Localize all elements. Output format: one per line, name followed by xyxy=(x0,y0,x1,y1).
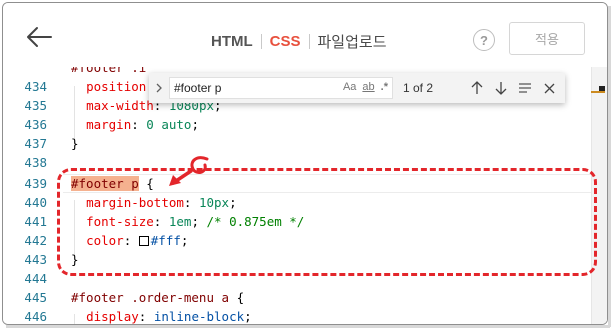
code-selector: #footer .i xyxy=(71,67,147,75)
editor-window: HTML CSS 파일업로드 ? 적용 #footer .i 434 435 4… xyxy=(2,2,608,325)
line-number: 438 xyxy=(24,155,47,170)
back-arrow-icon[interactable] xyxy=(25,25,53,49)
window-shadow xyxy=(608,6,611,327)
help-button[interactable]: ? xyxy=(473,29,495,51)
code-line-partial: #footer .i xyxy=(71,67,146,77)
find-in-selection-icon[interactable] xyxy=(513,76,537,100)
css-selector: #footer .order-menu a xyxy=(71,290,230,305)
line-number: 446 xyxy=(24,309,47,324)
annotation-highlight-box xyxy=(57,168,597,276)
arrow-up-icon[interactable] xyxy=(465,76,489,100)
tab-divider xyxy=(308,33,310,49)
css-property: margin xyxy=(86,117,132,132)
find-options: Aa ab .* xyxy=(343,81,388,93)
css-property: max-width xyxy=(86,98,154,113)
css-value: 0 auto xyxy=(146,117,192,132)
code-line: } xyxy=(71,134,79,153)
header-bar: HTML CSS 파일업로드 ? 적용 xyxy=(3,3,607,67)
tab-divider xyxy=(260,33,262,49)
css-value: inline-block xyxy=(153,309,245,324)
closing-brace: } xyxy=(71,136,79,151)
tab-file-upload[interactable]: 파일업로드 xyxy=(318,31,387,52)
tab-css[interactable]: CSS xyxy=(270,33,301,50)
annotation-arrow-icon xyxy=(163,153,223,189)
line-number: 443 xyxy=(24,252,47,267)
find-input[interactable]: #footer p Aa ab .* xyxy=(169,77,393,99)
toggle-replace-chevron-icon[interactable] xyxy=(149,73,169,103)
apply-button[interactable]: 적용 xyxy=(509,22,585,55)
find-widget: #footer p Aa ab .* 1 of 2 xyxy=(149,73,565,103)
line-number: 436 xyxy=(24,117,47,132)
css-property: position xyxy=(86,79,147,94)
tab-html[interactable]: HTML xyxy=(211,33,253,50)
editor-tabs: HTML CSS 파일업로드 xyxy=(211,29,387,53)
whole-word-toggle[interactable]: ab xyxy=(362,81,374,93)
match-count: 1 of 2 xyxy=(403,81,434,95)
close-icon[interactable] xyxy=(537,76,561,100)
window-shadow xyxy=(6,325,610,328)
code-line: position: xyxy=(71,77,154,96)
line-number: 444 xyxy=(24,271,47,286)
line-number: 441 xyxy=(24,214,47,229)
line-number: 435 xyxy=(24,98,47,113)
arrow-down-icon[interactable] xyxy=(489,76,513,100)
line-number: 442 xyxy=(24,233,47,248)
match-case-toggle[interactable]: Aa xyxy=(343,81,356,93)
line-number: 439 xyxy=(24,176,47,191)
scroll-match-marker xyxy=(591,91,605,93)
code-line: display: inline-block; xyxy=(86,309,252,324)
code-line: #footer .order-menu a { xyxy=(71,290,245,305)
line-number: 440 xyxy=(24,195,47,210)
line-number: 437 xyxy=(24,136,47,151)
code-line: margin: 0 auto; xyxy=(86,117,199,132)
css-property: display xyxy=(86,309,139,324)
line-number: 445 xyxy=(24,290,47,305)
regex-toggle[interactable]: .* xyxy=(381,81,388,93)
find-query: #footer p xyxy=(174,81,222,95)
line-number: 434 xyxy=(24,79,47,94)
